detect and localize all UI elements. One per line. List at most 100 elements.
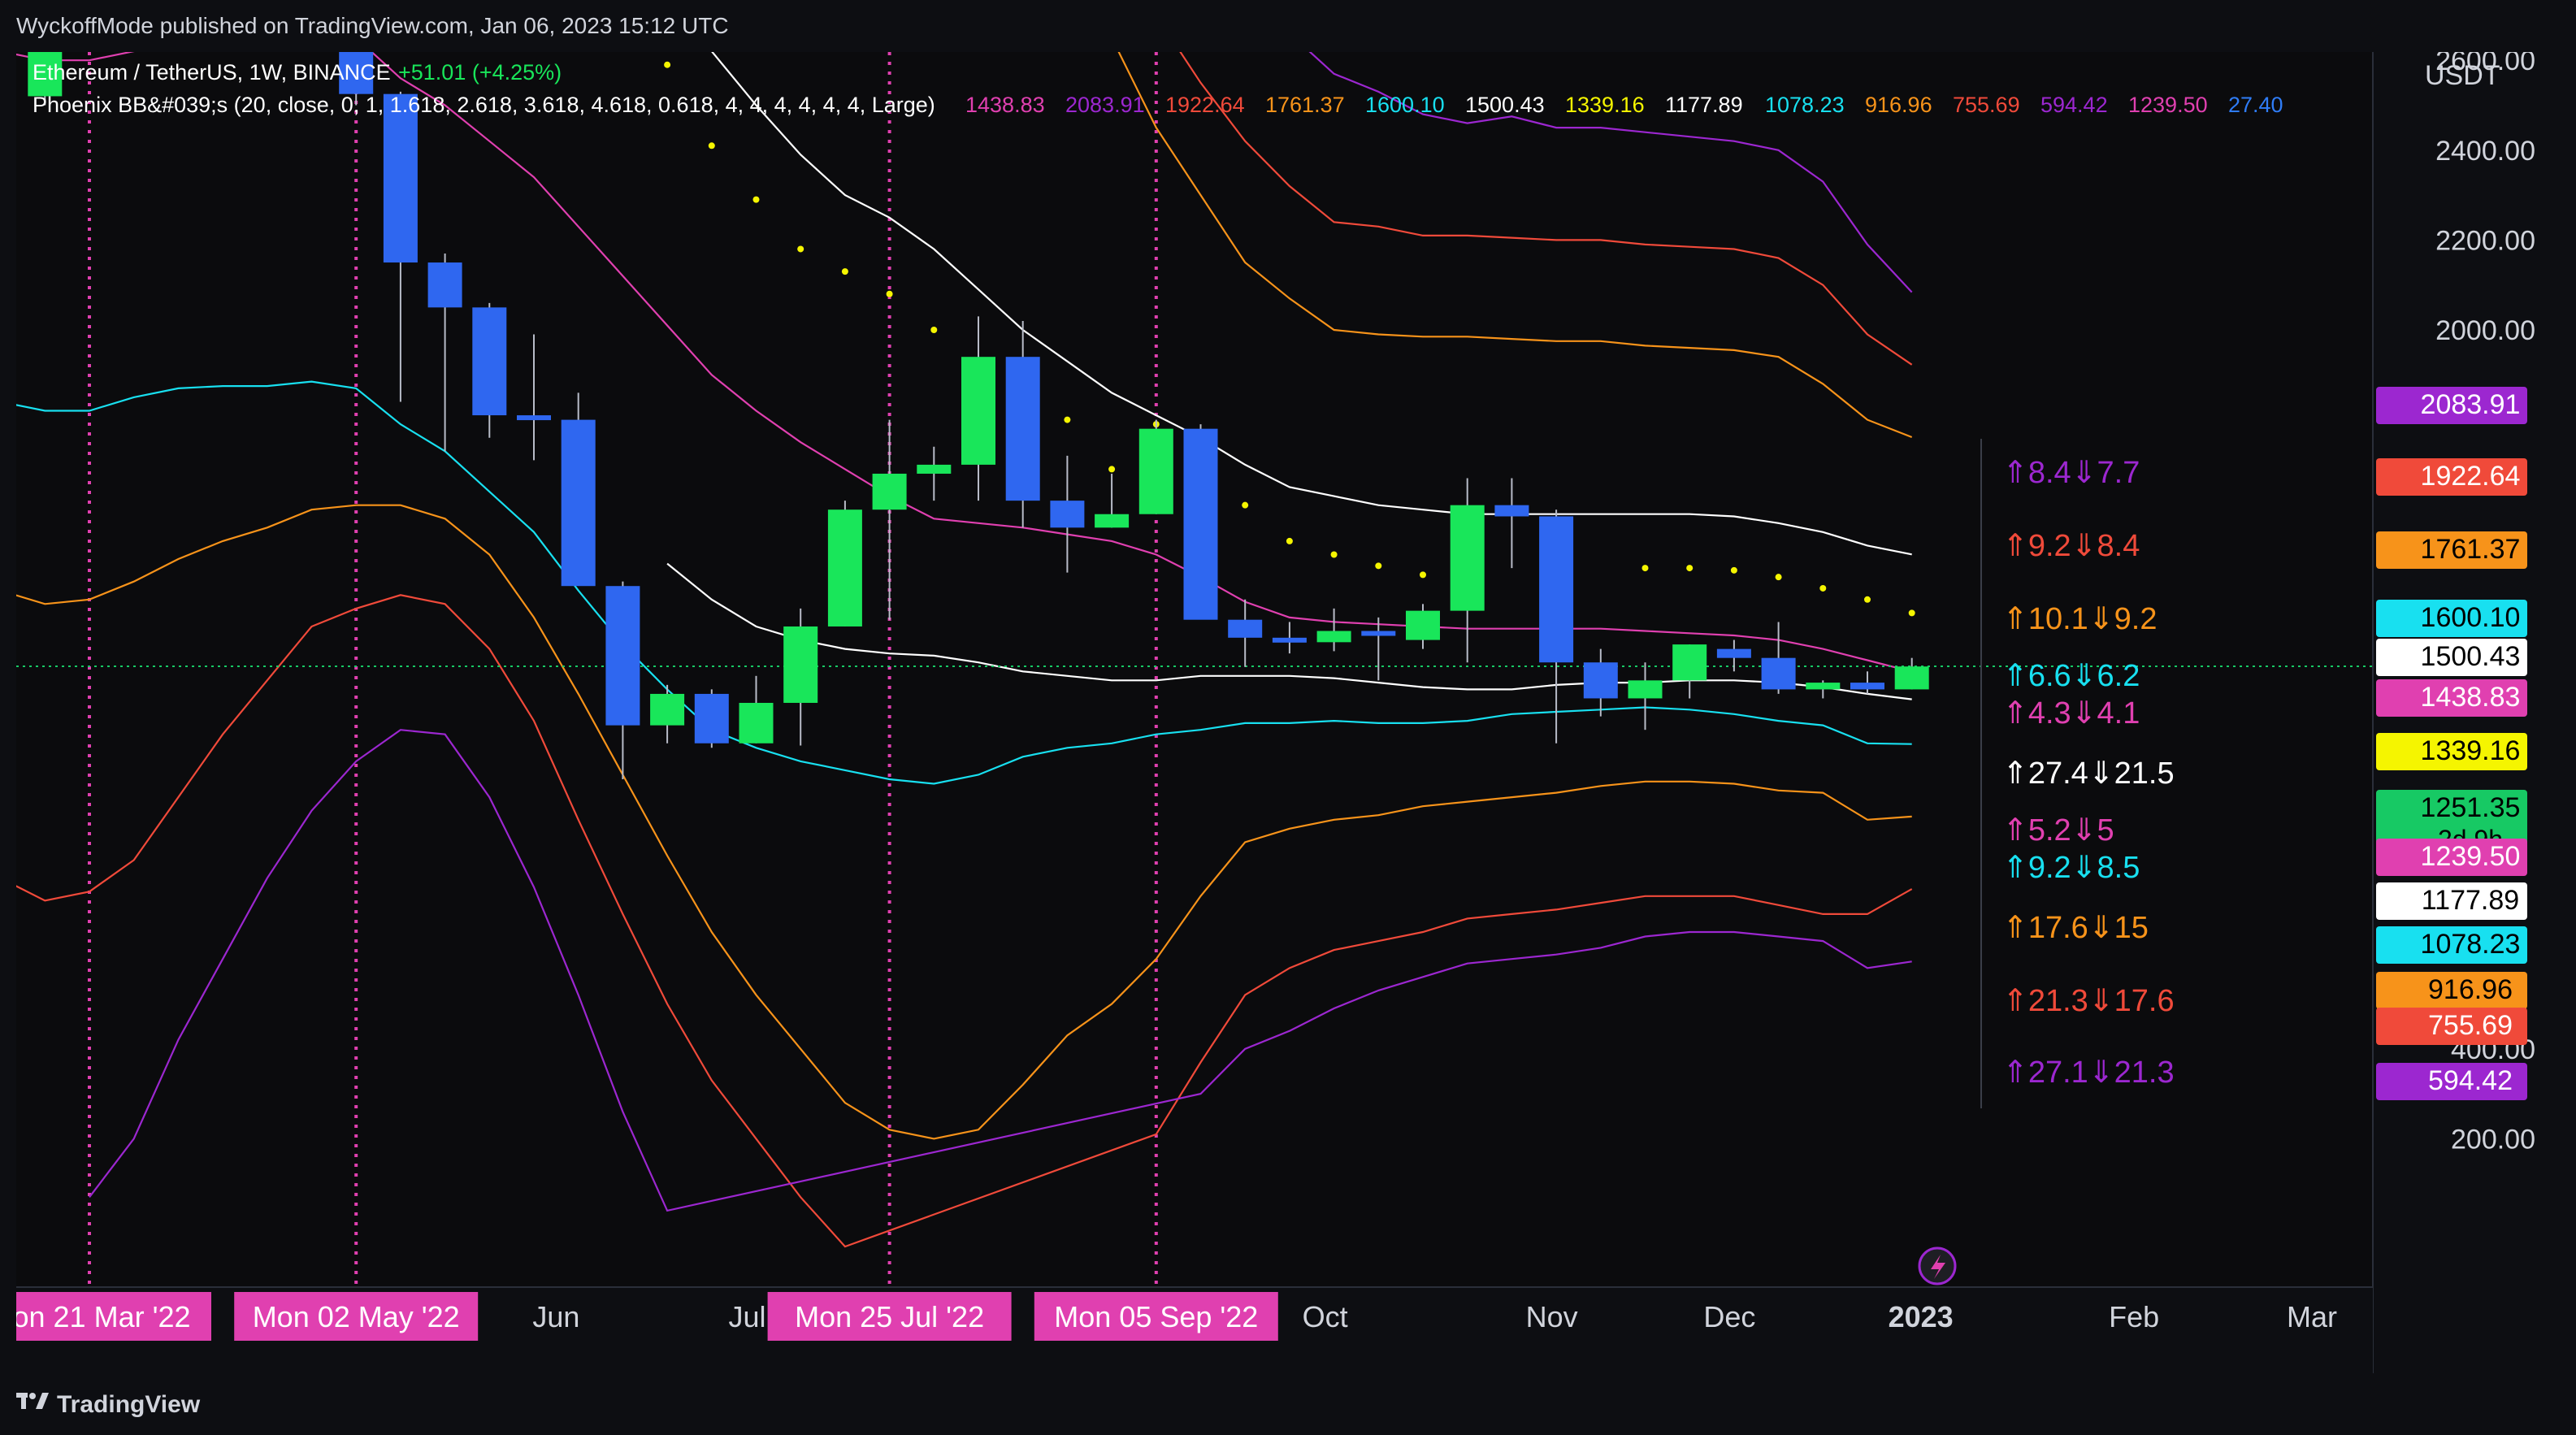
x-axis-highlight-label: Mon 25 Jul '22 bbox=[795, 1300, 984, 1333]
x-axis-label: Mar bbox=[2287, 1300, 2337, 1333]
psar-dot bbox=[1819, 584, 1827, 592]
x-axis-label: Jul bbox=[729, 1300, 766, 1333]
price-chart[interactable]: ⇑8.4⇓7.7 ⇑9.2⇓8.4 ⇑10.1⇓9.2 ⇑6.6⇓6.2⇑4.3⇓4.… bbox=[0, 46, 2560, 1373]
legend-value: 594.42 bbox=[2040, 93, 2108, 117]
x-axis-label: Oct bbox=[1303, 1300, 1348, 1333]
price-tag-value: 2083.91 bbox=[2421, 389, 2521, 420]
candle-down bbox=[1361, 631, 1396, 636]
x-axis-highlight-label: Mon 21 Mar '22 bbox=[16, 1300, 191, 1333]
candle-up bbox=[1095, 514, 1130, 528]
psar-dot bbox=[841, 268, 848, 275]
psar-dot bbox=[1375, 562, 1382, 570]
candle-up bbox=[1316, 631, 1351, 643]
x-axis-label: 2023 bbox=[1889, 1300, 1954, 1333]
band-stat-label: ⇑8.4⇓7.7 bbox=[2002, 456, 2140, 490]
band-stat-label: ⇑10.1⇓9.2 bbox=[2002, 602, 2157, 636]
psar-dot bbox=[1686, 565, 1693, 572]
candle-down bbox=[1005, 357, 1040, 501]
legend-change: +51.01 (+4.25%) bbox=[398, 60, 562, 85]
psar-dot bbox=[930, 327, 938, 333]
candle-down bbox=[561, 419, 596, 587]
candle-up bbox=[961, 357, 995, 465]
x-axis-highlight-label: Mon 05 Sep '22 bbox=[1054, 1300, 1258, 1333]
band-stat-label: ⇑4.3⇓4.1 bbox=[2002, 696, 2140, 731]
legend-symbol: Ethereum / TetherUS, 1W, BINANCE bbox=[33, 60, 391, 85]
price-tag-value: 1438.83 bbox=[2421, 682, 2521, 713]
candle-up bbox=[917, 464, 952, 474]
candle-down bbox=[472, 307, 507, 416]
legend-indicator: Phoenix BB&#039;s (20, close, 0, 1, 1.61… bbox=[33, 93, 935, 117]
legend-value: 1922.64 bbox=[1165, 93, 1245, 117]
y-tick-label: 2000.00 bbox=[2435, 315, 2535, 346]
x-axis-label: Dec bbox=[1703, 1300, 1755, 1333]
candle-up bbox=[783, 626, 818, 703]
candle-down bbox=[517, 415, 551, 421]
price-tag-value: 755.69 bbox=[2428, 1010, 2513, 1041]
band-stat-label: ⇑5.2⇓5 bbox=[2002, 813, 2114, 848]
psar-dot bbox=[708, 142, 715, 150]
candle-down bbox=[1850, 683, 1884, 690]
psar-dot bbox=[1108, 466, 1116, 473]
candle-up bbox=[739, 702, 774, 744]
legend-value: 27.40 bbox=[2228, 93, 2283, 117]
candle-up bbox=[1138, 428, 1173, 514]
legend-value: 2083.91 bbox=[1065, 93, 1145, 117]
psar-dot bbox=[1641, 565, 1649, 572]
band-stat-label: ⇑27.4⇓21.5 bbox=[2002, 757, 2175, 791]
candle-down bbox=[1050, 501, 1085, 528]
price-tag-value: 1600.10 bbox=[2421, 602, 2521, 633]
band-stat-label: ⇑21.3⇓17.6 bbox=[2002, 984, 2175, 1018]
candle-down bbox=[427, 262, 462, 308]
y-tick-label: 200.00 bbox=[2451, 1124, 2535, 1155]
y-tick-label: 2600.00 bbox=[2435, 52, 2535, 76]
psar-dot bbox=[1286, 537, 1293, 544]
band-stat-label: ⇑6.6⇓6.2 bbox=[2002, 659, 2140, 693]
y-tick-label: 2400.00 bbox=[2435, 136, 2535, 167]
candle-up bbox=[1806, 683, 1841, 690]
candle-up bbox=[1628, 680, 1663, 699]
y-tick-label: 2200.00 bbox=[2435, 225, 2535, 256]
legend-value: 1339.16 bbox=[1565, 93, 1645, 117]
candle-down bbox=[1583, 662, 1618, 699]
psar-dot bbox=[1864, 596, 1871, 603]
publisher-info: WyckoffMode published on TradingView.com… bbox=[16, 13, 729, 38]
candle-up bbox=[650, 693, 685, 726]
candle-up bbox=[1672, 644, 1707, 681]
x-axis-label: Nov bbox=[1526, 1300, 1578, 1333]
legend-value: 1500.43 bbox=[1465, 93, 1545, 117]
legend-value: 916.96 bbox=[1865, 93, 1932, 117]
x-axis-highlight-label: Mon 02 May '22 bbox=[253, 1300, 460, 1333]
psar-dot bbox=[1775, 574, 1782, 581]
candle-down bbox=[1272, 637, 1307, 643]
psar-dot bbox=[797, 245, 804, 253]
candle-down bbox=[1228, 619, 1263, 638]
band-stat-label: ⇑9.2⇓8.5 bbox=[2002, 851, 2140, 885]
price-tag-value: 1251.35 bbox=[2421, 792, 2521, 823]
legend-value: 755.69 bbox=[1953, 93, 2020, 117]
psar-dot bbox=[1330, 551, 1338, 558]
price-tag-value: 1761.37 bbox=[2421, 534, 2521, 565]
legend-value: 1078.23 bbox=[1765, 93, 1845, 117]
chart-area[interactable]: ⇑8.4⇓7.7 ⇑9.2⇓8.4 ⇑10.1⇓9.2 ⇑6.6⇓6.2 ⇑4.3⇓4.… bbox=[0, 46, 2560, 1373]
psar-dot bbox=[1908, 609, 1915, 617]
price-tag-value: 1500.43 bbox=[2421, 641, 2521, 672]
psar-dot bbox=[1064, 416, 1071, 423]
band-stat-label: ⇑17.6⇓15 bbox=[2002, 911, 2149, 945]
candle-up bbox=[872, 473, 907, 510]
x-axis-label: Jun bbox=[532, 1300, 579, 1333]
candle-up bbox=[1450, 505, 1485, 611]
psar-dot bbox=[886, 290, 893, 297]
psar-dot bbox=[664, 61, 671, 68]
candle-down bbox=[694, 693, 729, 744]
price-tag-value: 1239.50 bbox=[2421, 841, 2521, 872]
psar-dot bbox=[1730, 566, 1737, 574]
legend-value: 1600.10 bbox=[1365, 93, 1445, 117]
candle-down bbox=[1716, 648, 1751, 658]
price-tag-value: 1339.16 bbox=[2421, 735, 2521, 766]
psar-dot bbox=[1242, 501, 1249, 509]
price-tag-value: 916.96 bbox=[2428, 974, 2513, 1005]
candle-up bbox=[1894, 666, 1929, 690]
candle-down bbox=[1539, 516, 1574, 663]
legend-value: 1177.89 bbox=[1665, 93, 1743, 117]
candle-down bbox=[605, 586, 640, 726]
